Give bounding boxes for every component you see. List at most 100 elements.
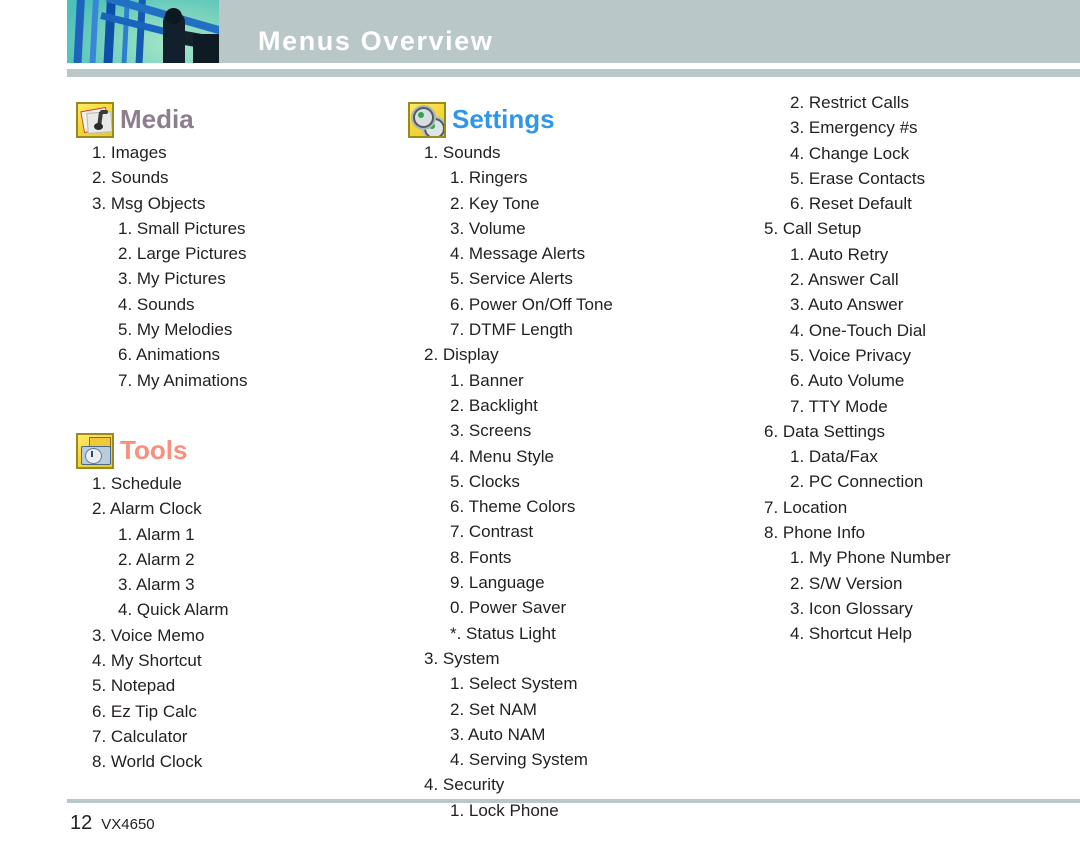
section-header-settings: Settings: [404, 90, 734, 138]
menu-item: 5. Call Setup: [764, 219, 862, 239]
photo-figure-head: [165, 8, 182, 24]
menu-item: 3. Emergency #s: [790, 118, 918, 138]
toolbox-icon: [76, 432, 114, 469]
menu-item: 2. Backlight: [450, 395, 538, 415]
menu-list: 1. Sounds 1. Ringers 2. Key Tone 3. Volume 4…: [404, 140, 734, 823]
menu-item: 4. Menu Style: [450, 446, 554, 466]
menu-item: 1. Small Pictures: [118, 218, 246, 238]
menu-item: 2. Restrict Calls: [790, 93, 910, 112]
menu-item: 2. Answer Call: [790, 270, 899, 290]
menu-item: 8. World Clock: [92, 752, 203, 772]
column-left: Media 1. Images 2. Sounds 3. Msg Objects 1. …: [72, 90, 392, 775]
menu-item: 2. S/W Version: [790, 573, 903, 593]
menu-item: 3. Alarm 3: [118, 575, 195, 595]
menu-item: *. Status Light: [450, 623, 556, 643]
menu-item: 6. Theme Colors: [450, 497, 576, 517]
menu-item: 3. Screens: [450, 421, 532, 441]
menu-item: 5. Voice Privacy: [790, 345, 911, 365]
menu-item: 2. Large Pictures: [118, 244, 247, 264]
menu-item: 4. One-Touch Dial: [790, 320, 927, 340]
menu-item: 3. My Pictures: [118, 269, 226, 289]
menu-item: 1. Data/Fax: [790, 447, 878, 467]
menu-item: 1. My Phone Number: [790, 548, 951, 568]
menu-item: 6. Reset Default: [790, 194, 912, 214]
menu-item: 2. Key Tone: [450, 193, 540, 213]
page-number: 12: [70, 812, 93, 834]
menu-item: 6. Data Settings: [764, 421, 885, 441]
gears-icon: [408, 102, 446, 138]
menu-item: 7. Contrast: [450, 522, 534, 542]
menu-list: 2. Restrict Calls 3. Emergency #s 4. Chang…: [744, 90, 1064, 647]
column-right: 2. Restrict Calls 3. Emergency #s 4. Chang…: [744, 90, 1064, 647]
menu-item: 2. Alarm 2: [118, 549, 195, 569]
menu-item: 1. Auto Retry: [790, 244, 889, 264]
menus-overview-content: Media 1. Images 2. Sounds 3. Msg Objects 1. …: [0, 90, 1080, 820]
menu-item: 4. Serving System: [450, 750, 588, 770]
menu-item: 2. Set NAM: [450, 699, 537, 719]
menu-item: 2. Alarm Clock: [92, 499, 202, 519]
menu-item: 3. Voice Memo: [92, 625, 205, 645]
menu-item: 2. Display: [424, 345, 499, 365]
column-middle: Settings 1. Sounds 1. Ringers 2. Key Tone 3.…: [404, 90, 734, 823]
menu-item: 6. Animations: [118, 345, 221, 365]
menu-item: 4. My Shortcut: [92, 651, 202, 671]
header-divider: [67, 69, 1080, 77]
footer-divider: [67, 799, 1080, 803]
menu-item: 8. Phone Info: [764, 523, 866, 543]
media-folder-icon: [76, 102, 114, 138]
section-header-tools: Tools: [72, 421, 392, 469]
section-header-media: Media: [72, 90, 392, 138]
header-decorative-photo: [67, 0, 219, 63]
menu-item: 4. Quick Alarm: [118, 600, 229, 620]
menu-item: 5. Service Alerts: [450, 269, 573, 289]
menu-item: 1. Images: [92, 143, 167, 162]
menu-item: 6. Auto Volume: [790, 371, 905, 391]
menu-item: 3. Auto Answer: [790, 295, 904, 315]
clock-hand: [91, 450, 93, 457]
menu-item: 4. Message Alerts: [450, 244, 586, 264]
menu-item: 3. Volume: [450, 218, 526, 238]
menu-item: 3. System: [424, 648, 500, 668]
menu-item: 3. Msg Objects: [92, 193, 206, 213]
gear-large: [413, 107, 434, 128]
section-title: Tools: [120, 434, 188, 465]
menu-item: 4. Security: [424, 775, 505, 795]
menu-item: 3. Auto NAM: [450, 724, 546, 744]
menu-item: 1. Sounds: [424, 143, 501, 162]
menu-item: 9. Language: [450, 573, 545, 593]
menu-item: 7. Calculator: [92, 726, 188, 746]
menu-item: 7. My Animations: [118, 370, 248, 390]
menu-item: 1. Banner: [450, 370, 524, 390]
menu-item: 1. Alarm 1: [118, 524, 195, 544]
menu-item: 5. Erase Contacts: [790, 168, 926, 188]
section-title: Media: [120, 104, 194, 134]
menu-list: 1. Images 2. Sounds 3. Msg Objects 1. Small…: [72, 140, 392, 393]
menu-item: 4. Change Lock: [790, 143, 910, 163]
menu-item: 2. Sounds: [92, 168, 169, 188]
menu-item: 1. Schedule: [92, 473, 182, 493]
menu-item: 5. My Melodies: [118, 320, 233, 340]
section-title: Settings: [452, 104, 555, 134]
menu-item: 1. Select System: [450, 674, 578, 694]
menu-item: 6. Ez Tip Calc: [92, 701, 197, 721]
page-header: Menus Overview: [0, 0, 1080, 63]
menu-item: 7. DTMF Length: [450, 320, 573, 340]
menu-item: 5. Notepad: [92, 676, 176, 696]
menu-item: 4. Sounds: [118, 294, 195, 314]
menu-item: 7. TTY Mode: [790, 396, 888, 416]
menu-item: 0. Power Saver: [450, 598, 567, 618]
menu-list: 1. Schedule 2. Alarm Clock 1. Alarm 1 2. Al…: [72, 471, 392, 775]
clock-dial: [85, 447, 102, 464]
menu-item: 7. Location: [764, 497, 848, 517]
page-title: Menus Overview: [258, 26, 494, 56]
photo-figure-block: [193, 34, 219, 63]
music-note-head: [94, 123, 103, 130]
menu-item: 4. Shortcut Help: [790, 624, 912, 644]
menu-item: 1. Ringers: [450, 168, 528, 188]
page-footer: 12 VX4650: [70, 812, 155, 835]
menu-item: 2. PC Connection: [790, 472, 924, 492]
menu-item: 5. Clocks: [450, 471, 520, 491]
menu-item: 3. Icon Glossary: [790, 598, 913, 618]
menu-item: 6. Power On/Off Tone: [450, 294, 613, 314]
